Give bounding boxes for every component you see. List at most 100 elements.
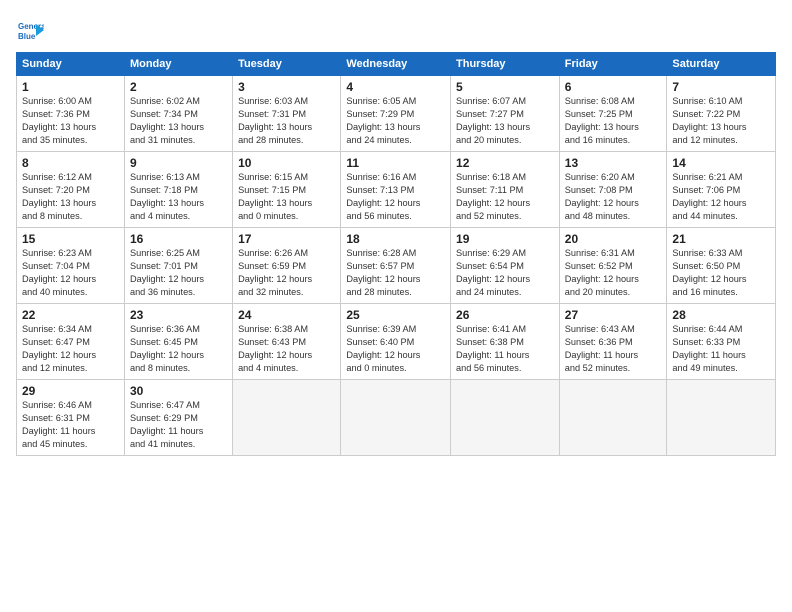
- calendar-day-cell: 28Sunrise: 6:44 AM Sunset: 6:33 PM Dayli…: [667, 304, 776, 380]
- calendar-day-cell: 20Sunrise: 6:31 AM Sunset: 6:52 PM Dayli…: [559, 228, 667, 304]
- day-info: Sunrise: 6:21 AM Sunset: 7:06 PM Dayligh…: [672, 171, 770, 223]
- calendar-header-row: SundayMondayTuesdayWednesdayThursdayFrid…: [17, 53, 776, 76]
- day-number: 2: [130, 80, 227, 94]
- calendar-day-cell: 9Sunrise: 6:13 AM Sunset: 7:18 PM Daylig…: [124, 152, 232, 228]
- day-number: 27: [565, 308, 662, 322]
- day-number: 15: [22, 232, 119, 246]
- calendar-day-cell: 15Sunrise: 6:23 AM Sunset: 7:04 PM Dayli…: [17, 228, 125, 304]
- day-number: 11: [346, 156, 445, 170]
- calendar-day-cell: 6Sunrise: 6:08 AM Sunset: 7:25 PM Daylig…: [559, 76, 667, 152]
- day-info: Sunrise: 6:13 AM Sunset: 7:18 PM Dayligh…: [130, 171, 227, 223]
- day-info: Sunrise: 6:03 AM Sunset: 7:31 PM Dayligh…: [238, 95, 335, 147]
- day-number: 3: [238, 80, 335, 94]
- calendar-day-cell: 5Sunrise: 6:07 AM Sunset: 7:27 PM Daylig…: [451, 76, 560, 152]
- calendar-header-tuesday: Tuesday: [233, 53, 341, 76]
- calendar-week-row: 8Sunrise: 6:12 AM Sunset: 7:20 PM Daylig…: [17, 152, 776, 228]
- day-info: Sunrise: 6:31 AM Sunset: 6:52 PM Dayligh…: [565, 247, 662, 299]
- day-number: 23: [130, 308, 227, 322]
- day-info: Sunrise: 6:05 AM Sunset: 7:29 PM Dayligh…: [346, 95, 445, 147]
- day-info: Sunrise: 6:34 AM Sunset: 6:47 PM Dayligh…: [22, 323, 119, 375]
- calendar-week-row: 22Sunrise: 6:34 AM Sunset: 6:47 PM Dayli…: [17, 304, 776, 380]
- calendar-empty-cell: [559, 380, 667, 456]
- calendar-week-row: 1Sunrise: 6:00 AM Sunset: 7:36 PM Daylig…: [17, 76, 776, 152]
- calendar-day-cell: 2Sunrise: 6:02 AM Sunset: 7:34 PM Daylig…: [124, 76, 232, 152]
- calendar-day-cell: 19Sunrise: 6:29 AM Sunset: 6:54 PM Dayli…: [451, 228, 560, 304]
- calendar-day-cell: 22Sunrise: 6:34 AM Sunset: 6:47 PM Dayli…: [17, 304, 125, 380]
- day-number: 19: [456, 232, 554, 246]
- calendar-day-cell: 14Sunrise: 6:21 AM Sunset: 7:06 PM Dayli…: [667, 152, 776, 228]
- day-info: Sunrise: 6:20 AM Sunset: 7:08 PM Dayligh…: [565, 171, 662, 223]
- day-number: 7: [672, 80, 770, 94]
- day-info: Sunrise: 6:25 AM Sunset: 7:01 PM Dayligh…: [130, 247, 227, 299]
- calendar-day-cell: 26Sunrise: 6:41 AM Sunset: 6:38 PM Dayli…: [451, 304, 560, 380]
- calendar-day-cell: 13Sunrise: 6:20 AM Sunset: 7:08 PM Dayli…: [559, 152, 667, 228]
- day-info: Sunrise: 6:47 AM Sunset: 6:29 PM Dayligh…: [130, 399, 227, 451]
- logo-icon: General Blue: [16, 16, 44, 44]
- calendar-day-cell: 16Sunrise: 6:25 AM Sunset: 7:01 PM Dayli…: [124, 228, 232, 304]
- calendar-day-cell: 8Sunrise: 6:12 AM Sunset: 7:20 PM Daylig…: [17, 152, 125, 228]
- day-number: 5: [456, 80, 554, 94]
- calendar-day-cell: 21Sunrise: 6:33 AM Sunset: 6:50 PM Dayli…: [667, 228, 776, 304]
- calendar-day-cell: 1Sunrise: 6:00 AM Sunset: 7:36 PM Daylig…: [17, 76, 125, 152]
- logo: General Blue: [16, 16, 48, 44]
- calendar-empty-cell: [451, 380, 560, 456]
- day-number: 20: [565, 232, 662, 246]
- day-info: Sunrise: 6:07 AM Sunset: 7:27 PM Dayligh…: [456, 95, 554, 147]
- day-info: Sunrise: 6:36 AM Sunset: 6:45 PM Dayligh…: [130, 323, 227, 375]
- calendar-day-cell: 18Sunrise: 6:28 AM Sunset: 6:57 PM Dayli…: [341, 228, 451, 304]
- calendar-header-wednesday: Wednesday: [341, 53, 451, 76]
- calendar-day-cell: 7Sunrise: 6:10 AM Sunset: 7:22 PM Daylig…: [667, 76, 776, 152]
- calendar-day-cell: 30Sunrise: 6:47 AM Sunset: 6:29 PM Dayli…: [124, 380, 232, 456]
- day-info: Sunrise: 6:29 AM Sunset: 6:54 PM Dayligh…: [456, 247, 554, 299]
- day-number: 6: [565, 80, 662, 94]
- page: General Blue SundayMondayTuesdayWednesda…: [0, 0, 792, 612]
- day-info: Sunrise: 6:00 AM Sunset: 7:36 PM Dayligh…: [22, 95, 119, 147]
- header: General Blue: [16, 12, 776, 44]
- calendar-day-cell: 3Sunrise: 6:03 AM Sunset: 7:31 PM Daylig…: [233, 76, 341, 152]
- day-info: Sunrise: 6:18 AM Sunset: 7:11 PM Dayligh…: [456, 171, 554, 223]
- calendar-day-cell: 27Sunrise: 6:43 AM Sunset: 6:36 PM Dayli…: [559, 304, 667, 380]
- calendar-day-cell: 25Sunrise: 6:39 AM Sunset: 6:40 PM Dayli…: [341, 304, 451, 380]
- day-number: 14: [672, 156, 770, 170]
- day-info: Sunrise: 6:38 AM Sunset: 6:43 PM Dayligh…: [238, 323, 335, 375]
- day-number: 12: [456, 156, 554, 170]
- day-info: Sunrise: 6:10 AM Sunset: 7:22 PM Dayligh…: [672, 95, 770, 147]
- calendar-day-cell: 23Sunrise: 6:36 AM Sunset: 6:45 PM Dayli…: [124, 304, 232, 380]
- svg-text:Blue: Blue: [18, 32, 36, 41]
- day-number: 29: [22, 384, 119, 398]
- calendar-day-cell: 11Sunrise: 6:16 AM Sunset: 7:13 PM Dayli…: [341, 152, 451, 228]
- day-number: 1: [22, 80, 119, 94]
- day-number: 16: [130, 232, 227, 246]
- day-info: Sunrise: 6:08 AM Sunset: 7:25 PM Dayligh…: [565, 95, 662, 147]
- day-number: 18: [346, 232, 445, 246]
- day-number: 26: [456, 308, 554, 322]
- day-number: 21: [672, 232, 770, 246]
- day-info: Sunrise: 6:26 AM Sunset: 6:59 PM Dayligh…: [238, 247, 335, 299]
- day-info: Sunrise: 6:02 AM Sunset: 7:34 PM Dayligh…: [130, 95, 227, 147]
- day-number: 25: [346, 308, 445, 322]
- day-info: Sunrise: 6:43 AM Sunset: 6:36 PM Dayligh…: [565, 323, 662, 375]
- day-info: Sunrise: 6:39 AM Sunset: 6:40 PM Dayligh…: [346, 323, 445, 375]
- day-number: 17: [238, 232, 335, 246]
- day-number: 24: [238, 308, 335, 322]
- calendar-week-row: 15Sunrise: 6:23 AM Sunset: 7:04 PM Dayli…: [17, 228, 776, 304]
- day-info: Sunrise: 6:44 AM Sunset: 6:33 PM Dayligh…: [672, 323, 770, 375]
- calendar-empty-cell: [341, 380, 451, 456]
- day-info: Sunrise: 6:15 AM Sunset: 7:15 PM Dayligh…: [238, 171, 335, 223]
- calendar-week-row: 29Sunrise: 6:46 AM Sunset: 6:31 PM Dayli…: [17, 380, 776, 456]
- calendar-header-friday: Friday: [559, 53, 667, 76]
- day-info: Sunrise: 6:23 AM Sunset: 7:04 PM Dayligh…: [22, 247, 119, 299]
- day-info: Sunrise: 6:41 AM Sunset: 6:38 PM Dayligh…: [456, 323, 554, 375]
- calendar-day-cell: 4Sunrise: 6:05 AM Sunset: 7:29 PM Daylig…: [341, 76, 451, 152]
- calendar-day-cell: 10Sunrise: 6:15 AM Sunset: 7:15 PM Dayli…: [233, 152, 341, 228]
- day-number: 22: [22, 308, 119, 322]
- day-number: 9: [130, 156, 227, 170]
- calendar-day-cell: 24Sunrise: 6:38 AM Sunset: 6:43 PM Dayli…: [233, 304, 341, 380]
- day-number: 8: [22, 156, 119, 170]
- day-number: 28: [672, 308, 770, 322]
- calendar-header-thursday: Thursday: [451, 53, 560, 76]
- calendar-day-cell: 17Sunrise: 6:26 AM Sunset: 6:59 PM Dayli…: [233, 228, 341, 304]
- calendar-day-cell: 29Sunrise: 6:46 AM Sunset: 6:31 PM Dayli…: [17, 380, 125, 456]
- day-number: 30: [130, 384, 227, 398]
- day-info: Sunrise: 6:28 AM Sunset: 6:57 PM Dayligh…: [346, 247, 445, 299]
